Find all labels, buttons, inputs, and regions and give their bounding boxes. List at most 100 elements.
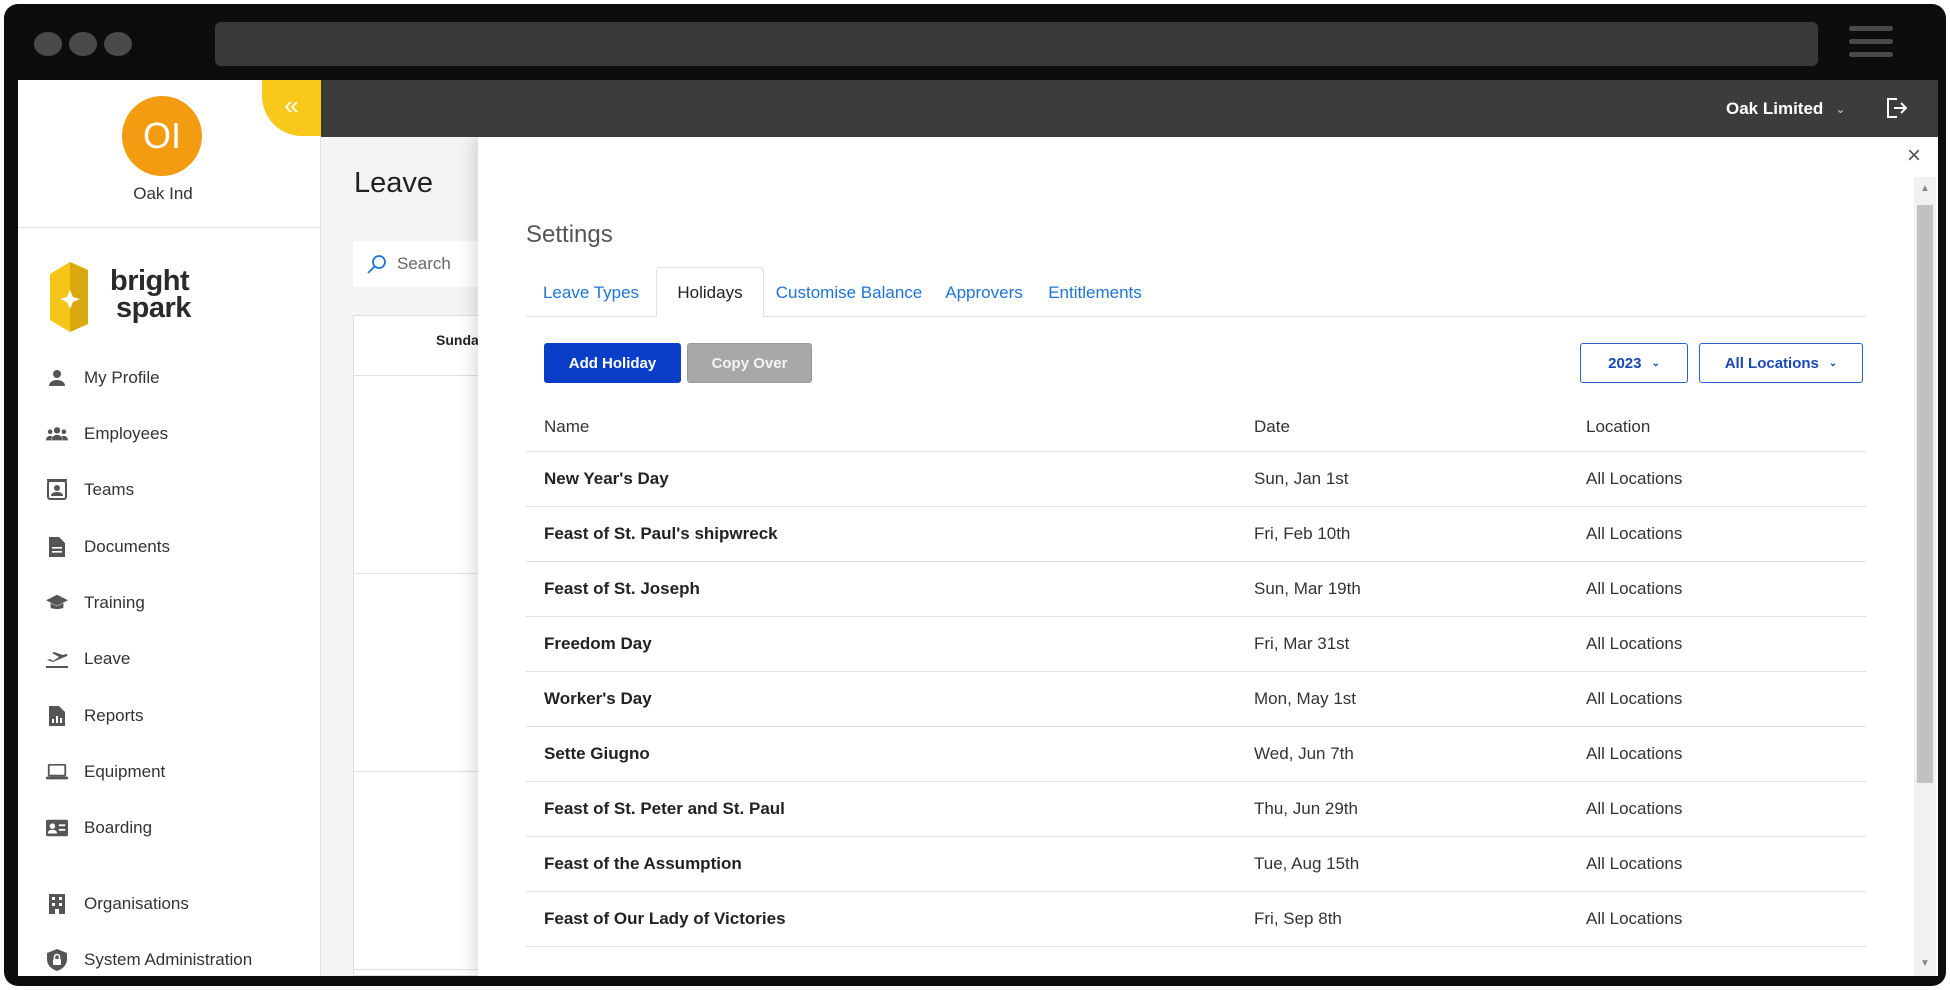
copy-over-button[interactable]: Copy Over bbox=[687, 343, 812, 383]
holiday-location: All Locations bbox=[1586, 579, 1683, 598]
holiday-location: All Locations bbox=[1586, 909, 1683, 928]
holiday-location: All Locations bbox=[1586, 469, 1683, 488]
sidebar-item-label: Equipment bbox=[84, 762, 166, 781]
window-dot-close[interactable] bbox=[34, 32, 62, 56]
sidebar-item-label: Boarding bbox=[84, 818, 153, 837]
chevron-down-icon: ⌄ bbox=[1835, 102, 1846, 116]
tab-leave-types[interactable]: Leave Types bbox=[526, 267, 656, 318]
top-bar bbox=[321, 80, 1938, 137]
modal-title: Settings bbox=[526, 221, 613, 248]
column-header-location[interactable]: Location bbox=[1586, 417, 1650, 437]
holiday-name: Feast of St. Peter and St. Paul bbox=[544, 799, 785, 818]
sidebar-item-label: Reports bbox=[84, 706, 144, 725]
sidebar-item-my-profile[interactable]: My Profile bbox=[46, 363, 160, 393]
holiday-name: Feast of the Assumption bbox=[544, 854, 742, 873]
table-row[interactable]: New Year's Day Sun, Jan 1st All Location… bbox=[526, 452, 1866, 507]
report-icon bbox=[46, 705, 68, 727]
brightspark-logo[interactable]: bright spark bbox=[50, 262, 200, 334]
teams-icon bbox=[46, 479, 68, 501]
holiday-location: All Locations bbox=[1586, 854, 1683, 873]
sidebar-item-leave[interactable]: Leave bbox=[46, 644, 130, 674]
sidebar-item-organisations[interactable]: Organisations bbox=[46, 889, 189, 919]
holiday-name: Sette Giugno bbox=[544, 744, 650, 763]
add-holiday-button[interactable]: Add Holiday bbox=[544, 343, 681, 383]
page-title: Leave bbox=[354, 167, 434, 199]
tab-holidays[interactable]: Holidays bbox=[656, 267, 764, 318]
sidebar-item-teams[interactable]: Teams bbox=[46, 475, 134, 505]
search-placeholder: Search bbox=[397, 254, 451, 273]
sidebar-item-training[interactable]: Training bbox=[46, 588, 145, 618]
sidebar-item-documents[interactable]: Documents bbox=[46, 532, 170, 562]
org-avatar[interactable]: OI bbox=[122, 96, 202, 176]
company-switcher[interactable]: Oak Limited ⌄ bbox=[1726, 89, 1845, 129]
holiday-date: Sun, Jan 1st bbox=[1254, 469, 1349, 488]
logo-word-spark: spark bbox=[116, 292, 191, 324]
chevron-down-icon: ⌄ bbox=[1828, 357, 1838, 369]
table-row[interactable]: Worker's Day Mon, May 1st All Locations bbox=[526, 672, 1866, 727]
holidays-table: Name Date Location New Year's Day Sun, J… bbox=[526, 402, 1866, 947]
sidebar-item-boarding[interactable]: Boarding bbox=[46, 813, 152, 843]
plane-departure-icon bbox=[46, 648, 68, 670]
sidebar-item-label: Training bbox=[84, 593, 145, 612]
shield-lock-icon bbox=[46, 949, 68, 971]
year-select[interactable]: 2023 ⌄ bbox=[1580, 343, 1688, 383]
scroll-thumb[interactable] bbox=[1917, 205, 1933, 783]
holiday-location: All Locations bbox=[1586, 689, 1683, 708]
building-icon bbox=[46, 893, 68, 915]
sidebar-item-label: Documents bbox=[84, 537, 170, 556]
table-row[interactable]: Feast of St. Joseph Sun, Mar 19th All Lo… bbox=[526, 562, 1866, 617]
holiday-date: Thu, Jun 29th bbox=[1254, 799, 1358, 818]
holiday-location: All Locations bbox=[1586, 634, 1683, 653]
window-dot-maximize[interactable] bbox=[104, 32, 132, 56]
holiday-name: Freedom Day bbox=[544, 634, 652, 653]
modal-scrollbar[interactable]: ▲ ▼ bbox=[1914, 177, 1936, 976]
scroll-up-icon[interactable]: ▲ bbox=[1919, 183, 1931, 195]
browser-menu-icon[interactable] bbox=[1849, 26, 1893, 62]
sidebar-item-reports[interactable]: Reports bbox=[46, 701, 144, 731]
sidebar-item-label: Teams bbox=[84, 480, 135, 499]
holiday-date: Fri, Sep 8th bbox=[1254, 909, 1342, 928]
holiday-date: Tue, Aug 15th bbox=[1254, 854, 1360, 873]
sidebar-item-label: My Profile bbox=[84, 368, 160, 387]
holiday-date: Fri, Feb 10th bbox=[1254, 524, 1351, 543]
document-icon bbox=[46, 536, 68, 558]
search-icon bbox=[367, 255, 386, 274]
laptop-icon bbox=[46, 761, 68, 783]
sidebar-item-equipment[interactable]: Equipment bbox=[46, 757, 165, 787]
table-row[interactable]: Feast of St. Paul's shipwreck Fri, Feb 1… bbox=[526, 507, 1866, 562]
sidebar-item-label: Leave bbox=[84, 649, 131, 668]
table-row[interactable]: Feast of the Assumption Tue, Aug 15th Al… bbox=[526, 837, 1866, 892]
scroll-down-icon[interactable]: ▼ bbox=[1919, 958, 1931, 970]
tab-customise-balance[interactable]: Customise Balance bbox=[764, 267, 934, 318]
graduation-cap-icon bbox=[46, 592, 68, 614]
table-row[interactable]: Feast of Our Lady of Victories Fri, Sep … bbox=[526, 892, 1866, 947]
window-dot-minimize[interactable] bbox=[69, 32, 97, 56]
holiday-name: New Year's Day bbox=[544, 469, 669, 488]
location-select-value: All Locations bbox=[1724, 354, 1819, 372]
holiday-date: Wed, Jun 7th bbox=[1254, 744, 1354, 763]
tab-approvers[interactable]: Approvers bbox=[934, 267, 1034, 318]
table-row[interactable]: Sette Giugno Wed, Jun 7th All Locations bbox=[526, 727, 1866, 782]
table-row[interactable]: Freedom Day Fri, Mar 31st All Locations bbox=[526, 617, 1866, 672]
table-header: Name Date Location bbox=[526, 402, 1866, 452]
sidebar-item-system-administration[interactable]: System Administration bbox=[46, 945, 252, 975]
close-icon[interactable]: × bbox=[1903, 144, 1925, 168]
logo-word-bright: bright bbox=[110, 265, 190, 297]
address-bar[interactable] bbox=[215, 22, 1818, 66]
tab-entitlements[interactable]: Entitlements bbox=[1034, 267, 1156, 318]
sidebar-item-employees[interactable]: Employees bbox=[46, 419, 168, 449]
column-header-name[interactable]: Name bbox=[544, 417, 589, 437]
location-select[interactable]: All Locations ⌄ bbox=[1699, 343, 1863, 383]
logout-icon[interactable] bbox=[1884, 96, 1910, 122]
browser-frame: OI Oak Ind « bright spark My Profile Emp… bbox=[0, 0, 1950, 990]
id-card-icon bbox=[46, 817, 68, 839]
column-header-date[interactable]: Date bbox=[1254, 417, 1290, 437]
org-name: Oak Ind bbox=[133, 184, 193, 203]
people-icon bbox=[46, 423, 68, 445]
holiday-location: All Locations bbox=[1586, 799, 1683, 818]
holiday-name: Worker's Day bbox=[544, 689, 652, 708]
year-select-value: 2023 bbox=[1608, 354, 1642, 372]
brightspark-logo-text: bright spark bbox=[110, 265, 191, 324]
table-row[interactable]: Feast of St. Peter and St. Paul Thu, Jun… bbox=[526, 782, 1866, 837]
holiday-date: Mon, May 1st bbox=[1254, 689, 1357, 708]
